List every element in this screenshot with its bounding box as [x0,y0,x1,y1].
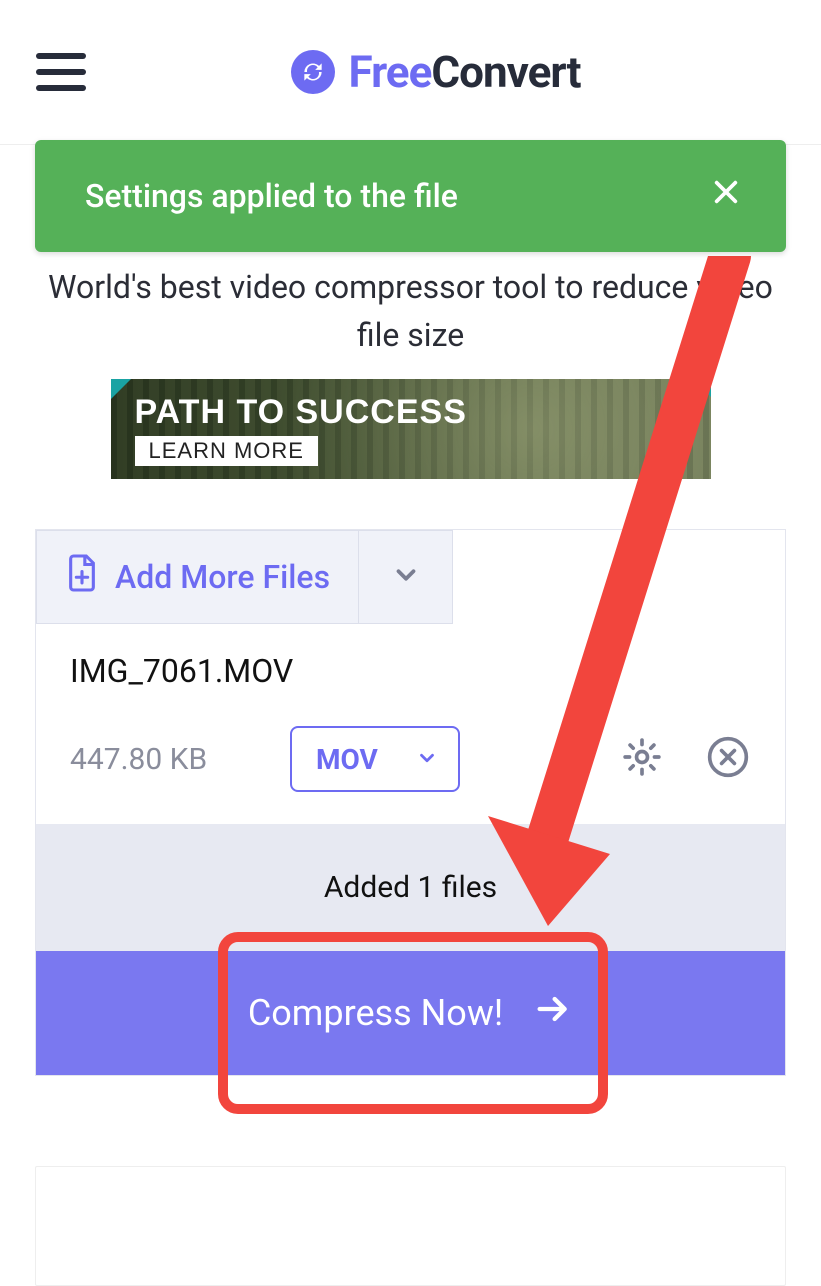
file-settings-button[interactable] [619,736,665,782]
compress-label: Compress Now! [248,992,503,1034]
added-count: Added 1 files [36,824,785,951]
menu-button[interactable] [36,53,86,91]
ad-cta[interactable]: LEARN MORE [135,436,318,466]
format-select[interactable]: MOV [290,726,460,792]
add-more-files-label: Add More Files [115,558,330,596]
converter-card: Add More Files IMG_7061.MOV 447.80 KB MO… [35,529,786,1076]
brand-name: FreeConvert [349,46,581,98]
ad-banner[interactable]: PATH TO SUCCESS LEARN MORE [111,379,711,479]
chevron-down-icon [391,560,421,594]
format-value: MOV [316,743,378,776]
file-add-icon [65,553,99,601]
brand-logo[interactable]: FreeConvert [86,46,785,98]
chevron-down-icon [416,743,438,776]
add-more-files-button[interactable]: Add More Files [37,531,358,623]
gear-icon [620,735,664,783]
settings-applied-toast: Settings applied to the file [35,140,786,252]
app-header: FreeConvert [0,0,821,145]
add-files-dropdown[interactable] [358,531,452,623]
close-circle-icon [706,735,750,783]
close-icon[interactable] [706,174,746,218]
arrow-right-icon [533,989,573,1038]
add-files-row: Add More Files [36,530,453,624]
ad-title: PATH TO SUCCESS [135,393,467,432]
adchoices-icon [693,379,711,397]
file-name: IMG_7061.MOV [70,652,751,690]
file-remove-button[interactable] [705,736,751,782]
logo-icon [291,50,335,94]
file-size: 447.80 KB [70,742,250,777]
compress-button[interactable]: Compress Now! [36,951,785,1075]
page-subtitle: World's best video compressor tool to re… [0,263,821,359]
file-row: IMG_7061.MOV 447.80 KB MOV [36,624,785,824]
bottom-panel [35,1166,786,1286]
toast-message: Settings applied to the file [85,177,458,215]
